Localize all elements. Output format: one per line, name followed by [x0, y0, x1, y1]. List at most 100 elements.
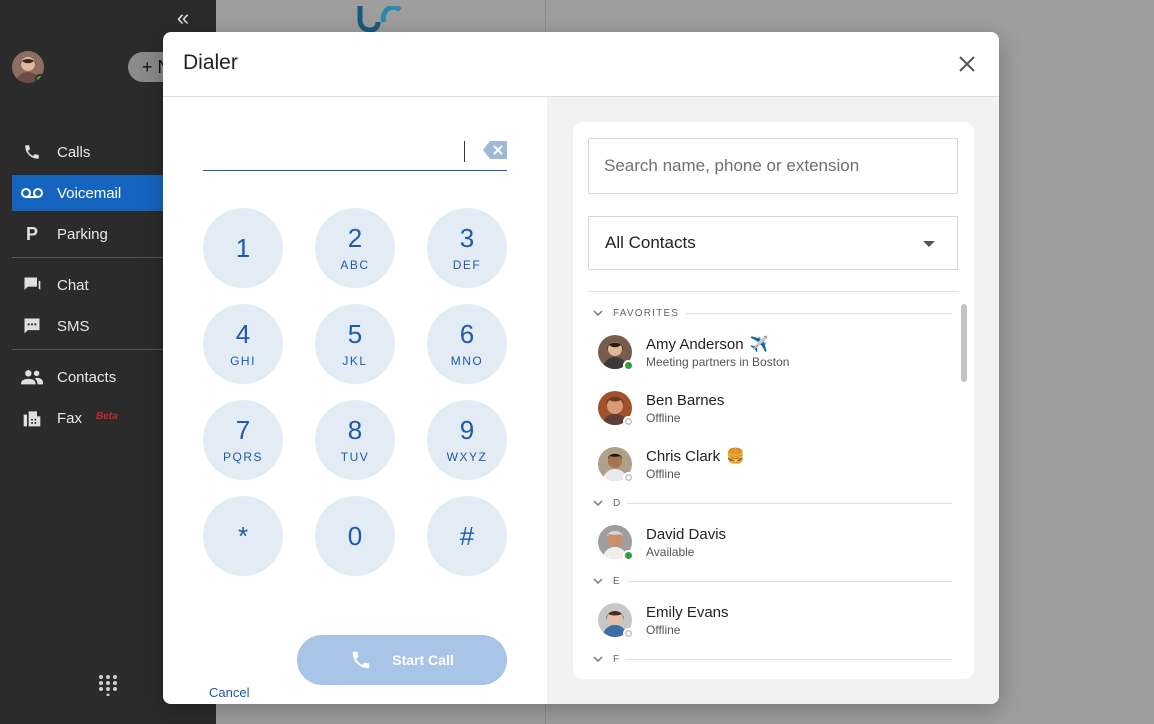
presence-dot — [623, 628, 634, 639]
start-call-button[interactable]: Start Call — [297, 635, 507, 685]
start-call-label: Start Call — [392, 652, 454, 668]
cancel-button[interactable]: Cancel — [209, 685, 249, 700]
nav-item-sms[interactable]: SMS — [12, 308, 172, 344]
contact-filter-select[interactable]: All Contacts — [588, 216, 958, 270]
chevron-down-icon — [923, 241, 935, 247]
contact-row[interactable]: Emily Evans Offline — [588, 592, 952, 648]
parking-icon: P — [25, 223, 38, 244]
nav-label: Fax — [57, 409, 83, 427]
contact-status: Offline — [646, 467, 681, 481]
key-5[interactable]: 5 JKL — [315, 304, 395, 384]
contact-name: David Davis — [646, 525, 727, 543]
chat-icon — [21, 275, 43, 295]
presence-dot — [623, 416, 634, 427]
key-8[interactable]: 8 TUV — [315, 400, 395, 480]
contacts-icon — [21, 369, 43, 385]
dialpad-grid-icon[interactable] — [97, 674, 119, 697]
avatar — [598, 525, 634, 561]
number-field — [203, 135, 507, 171]
group-header-d[interactable]: D — [588, 492, 952, 514]
nav-item-contacts[interactable]: Contacts — [12, 359, 172, 395]
nav-label: Contacts — [57, 368, 117, 386]
contact-list: FAVORITES Amy Anderson ✈️ Meeting partner… — [588, 302, 952, 679]
avatar — [598, 335, 634, 371]
group-label: FAVORITES — [613, 307, 686, 319]
contact-status: Offline — [646, 622, 681, 637]
avatar — [598, 603, 634, 639]
key-1[interactable]: 1 — [203, 208, 283, 288]
contact-status: Meeting partners in Boston — [646, 355, 790, 369]
contact-status: Offline — [646, 410, 681, 425]
nav-item-chat[interactable]: Chat — [12, 267, 172, 303]
key-0[interactable]: 0 — [315, 496, 395, 576]
key-7[interactable]: 7 PQRS — [203, 400, 283, 480]
key-9[interactable]: 9 WXYZ — [427, 400, 507, 480]
keypad: 1 2 ABC 3 DEF 4 GHI 5 JKL 6 MNO 7 PQRS 8 TUV 9 W… — [203, 208, 507, 576]
nav-item-parking[interactable]: P Parking — [12, 216, 172, 252]
key-2[interactable]: 2 ABC — [315, 208, 395, 288]
key-digit: # — [459, 521, 475, 551]
group-label: F — [613, 653, 627, 665]
chevron-down-icon — [588, 656, 608, 662]
nav-label: Voicemail — [57, 184, 122, 202]
modal-title: Dialer — [183, 51, 238, 74]
key-digit: 0 — [347, 521, 363, 551]
nav-label: SMS — [57, 317, 90, 335]
phone-number-input[interactable] — [203, 135, 463, 169]
backspace-icon[interactable] — [483, 141, 507, 159]
key-digit: * — [237, 521, 249, 551]
nav-item-calls[interactable]: Calls — [12, 134, 172, 170]
collapse-sidebar-icon[interactable]: « — [172, 7, 194, 30]
beta-badge: Beta — [96, 410, 118, 422]
key-letters: DEF — [452, 258, 482, 272]
key-6[interactable]: 6 MNO — [427, 304, 507, 384]
key-digit: 7 — [235, 415, 251, 445]
key-digit: 8 — [347, 415, 363, 445]
divider — [588, 291, 958, 292]
key-letters: JKL — [342, 354, 368, 368]
fax-icon — [21, 408, 43, 428]
presence-dot — [623, 360, 634, 371]
contact-search — [588, 138, 958, 194]
key-star[interactable]: * — [203, 496, 283, 576]
group-label: D — [613, 497, 628, 509]
nav-label: Parking — [57, 225, 108, 243]
close-icon[interactable] — [957, 54, 977, 74]
contact-row[interactable]: David Davis Available — [588, 514, 952, 570]
text-caret — [464, 141, 465, 162]
nav-divider — [12, 349, 172, 350]
key-letters: PQRS — [222, 450, 263, 464]
key-4[interactable]: 4 GHI — [203, 304, 283, 384]
key-digit: 6 — [459, 319, 475, 349]
key-letters: WXYZ — [446, 450, 488, 464]
group-label: E — [613, 575, 627, 587]
nav-item-voicemail[interactable]: Voicemail — [12, 175, 172, 211]
user-avatar[interactable] — [12, 51, 44, 83]
contact-list-scrollbar[interactable] — [961, 304, 967, 382]
avatar — [598, 447, 634, 483]
contact-name: Emily Evans — [646, 603, 729, 621]
key-digit: 5 — [347, 319, 363, 349]
key-3[interactable]: 3 DEF — [427, 208, 507, 288]
contact-search-input[interactable] — [589, 139, 957, 193]
phone-icon — [21, 143, 43, 161]
modal-header: Dialer — [163, 32, 999, 97]
key-letters: GHI — [230, 354, 256, 368]
group-header-favorites[interactable]: FAVORITES — [588, 302, 952, 324]
dialer-modal: Dialer 1 2 ABC 3 DEF 4 GHI 5 JKL 6 MNO 7 PQRS … — [163, 32, 999, 704]
contact-row[interactable]: Ben Barnes Offline — [588, 380, 952, 436]
chevron-down-icon — [588, 310, 608, 316]
key-letters: TUV — [340, 450, 370, 464]
airplane-icon: ✈️ — [749, 336, 769, 353]
group-header-e[interactable]: E — [588, 570, 952, 592]
dial-pane: 1 2 ABC 3 DEF 4 GHI 5 JKL 6 MNO 7 PQRS 8 TUV 9 W… — [163, 97, 547, 704]
contact-row[interactable]: Amy Anderson ✈️ Meeting partners in Bosto… — [588, 324, 952, 380]
contact-row[interactable]: Chris Clark 🍔 Offline — [588, 436, 952, 492]
group-header-f[interactable]: F — [588, 648, 952, 670]
key-hash[interactable]: # — [427, 496, 507, 576]
contacts-pane: All Contacts FAVORITES Amy And — [547, 97, 999, 704]
group-divider — [612, 503, 952, 504]
sms-icon — [21, 316, 43, 336]
key-digit: 2 — [347, 223, 363, 253]
nav-item-fax[interactable]: Fax Beta — [12, 400, 172, 436]
